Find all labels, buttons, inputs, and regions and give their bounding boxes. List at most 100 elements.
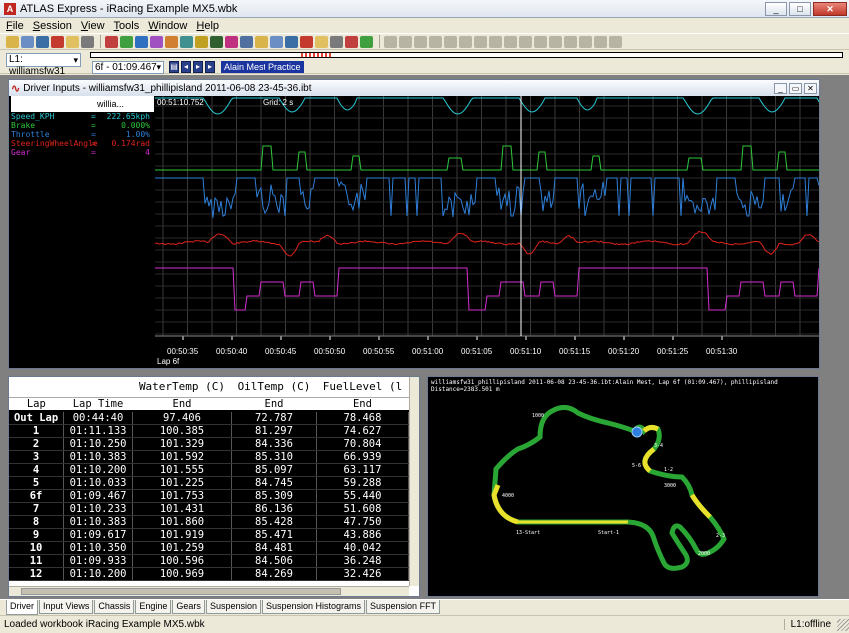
column-header[interactable]: End	[316, 397, 409, 412]
close-button[interactable]: ✕	[813, 1, 847, 16]
column-header[interactable]: Lap	[9, 397, 64, 412]
table-row[interactable]: 9 01:09.617 101.919 85.471 43.886	[9, 528, 410, 542]
menu-session[interactable]: Session	[33, 20, 72, 32]
scrollbar-thumb[interactable]	[21, 588, 341, 595]
toolbar-tool-icon[interactable]	[6, 35, 19, 48]
toolbar-tool-icon[interactable]	[609, 35, 622, 48]
toolbar-tool-icon[interactable]	[66, 35, 79, 48]
toolbar-tool-icon[interactable]	[240, 35, 253, 48]
toolbar-tool-icon[interactable]	[504, 35, 517, 48]
table-row[interactable]: 4 01:10.200 101.555 85.097 63.117	[9, 463, 410, 477]
toolbar-tool-icon[interactable]	[285, 35, 298, 48]
toolbar-tool-icon[interactable]	[51, 35, 64, 48]
column-header[interactable]: End	[132, 397, 232, 412]
car-position-marker[interactable]	[631, 426, 643, 438]
toolbar-tool-icon[interactable]	[549, 35, 562, 48]
toolbar-tool-icon[interactable]	[384, 35, 397, 48]
horizontal-scrollbar[interactable]	[9, 586, 409, 596]
table-row[interactable]: 8 01:10.383 101.860 85.428 47.750	[9, 515, 410, 529]
window-minimize-icon[interactable]: _	[774, 82, 787, 94]
menu-tools[interactable]: Tools	[114, 20, 140, 32]
window-close-icon[interactable]: ✕	[804, 82, 817, 94]
toolbar-tool-icon[interactable]	[21, 35, 34, 48]
column-header[interactable]: Lap Time	[63, 397, 133, 412]
tab-suspension-fft[interactable]: Suspension FFT	[366, 600, 441, 614]
toolbar-tool-icon[interactable]	[459, 35, 472, 48]
session-tag[interactable]: Practice	[265, 61, 304, 73]
legend-row[interactable]: Speed_KPH = 222.65kph	[11, 112, 154, 121]
lap-combo-dropdown[interactable]: 6f - 01:09.467	[92, 61, 164, 74]
toolbar-tool-icon[interactable]	[105, 35, 118, 48]
track-map-svg[interactable]: 13-Start Start-1 1000 2000 3000 4000 5-6…	[428, 377, 818, 596]
menu-help[interactable]: Help	[196, 20, 219, 32]
column-header[interactable]: End	[231, 397, 317, 412]
table-row[interactable]: 2 01:10.250 101.329 84.336 70.804	[9, 437, 410, 451]
toolbar-tool-icon[interactable]	[474, 35, 487, 48]
maximize-button[interactable]: □	[789, 1, 811, 16]
tab-suspension[interactable]: Suspension	[205, 600, 261, 614]
toolbar-tool-icon[interactable]	[345, 35, 358, 48]
timeline-bar[interactable]	[90, 52, 843, 58]
legend-row[interactable]: SteeringWheelAngle = 0.174rad	[11, 139, 154, 148]
table-row[interactable]: Out Lap 00:44:40 97.406 72.787 78.468	[9, 410, 410, 425]
legend-row[interactable]: Gear = 4	[11, 148, 154, 157]
chart-plot-area[interactable]: 00:50:35 00:50:40 00:50:45 00:50:50 00:50:55…	[155, 96, 819, 368]
toolbar-tool-icon[interactable]	[594, 35, 607, 48]
tab-input-views[interactable]: Input Views	[39, 600, 94, 614]
toolbar-tool-icon[interactable]	[165, 35, 178, 48]
table-row[interactable]: 7 01:10.233 101.431 86.136 51.608	[9, 502, 410, 516]
legend-row[interactable]: Brake = 0.000%	[11, 121, 154, 130]
table-row[interactable]: 11 01:09.933 100.596 84.506 36.248	[9, 554, 410, 568]
table-row[interactable]: 5 01:10.033 101.225 84.745 59.288	[9, 476, 410, 490]
table-row[interactable]: 12 01:10.200 100.969 84.269 32.426	[9, 567, 410, 581]
toolbar-tool-icon[interactable]	[519, 35, 532, 48]
minimize-button[interactable]: _	[765, 1, 787, 16]
toolbar-tool-icon[interactable]	[135, 35, 148, 48]
toolbar-tool-icon[interactable]	[36, 35, 49, 48]
toolbar-tool-icon[interactable]	[429, 35, 442, 48]
table-row[interactable]: 10 01:10.350 101.259 84.481 40.042	[9, 541, 410, 555]
toolbar-tool-icon[interactable]	[270, 35, 283, 48]
toolbar-tool-icon[interactable]	[81, 35, 94, 48]
driver-tag[interactable]: Alain Mest	[221, 61, 270, 73]
toolbar-tool-icon[interactable]	[300, 35, 313, 48]
toolbar-tool-icon[interactable]	[330, 35, 343, 48]
resize-grip-icon[interactable]	[837, 618, 849, 631]
toolbar-tool-icon[interactable]	[399, 35, 412, 48]
table-row[interactable]: 1 01:11.133 100.385 81.297 74.627	[9, 424, 410, 438]
last-lap-icon[interactable]: ▸	[205, 61, 215, 73]
toolbar-tool-icon[interactable]	[360, 35, 373, 48]
toolbar-tool-icon[interactable]	[255, 35, 268, 48]
table-row[interactable]: 6f 01:09.467 101.753 85.309 55.440	[9, 489, 410, 503]
toolbar-tool-icon[interactable]	[150, 35, 163, 48]
lap-selector-dropdown[interactable]: L1: williamsfw31	[6, 53, 81, 77]
toolbar-tool-icon[interactable]	[120, 35, 133, 48]
window-restore-icon[interactable]: ▭	[789, 82, 802, 94]
toolbar-tool-icon[interactable]	[489, 35, 502, 48]
folder-icon[interactable]: ▤	[169, 61, 179, 73]
menu-view[interactable]: View	[81, 20, 105, 32]
tab-suspension-histograms[interactable]: Suspension Histograms	[261, 600, 366, 614]
toolbar-tool-icon[interactable]	[225, 35, 238, 48]
next-lap-icon[interactable]: ▸	[193, 61, 203, 73]
toolbar-tool-icon[interactable]	[210, 35, 223, 48]
prev-lap-icon[interactable]: ◂	[181, 61, 191, 73]
table-row[interactable]: 3 01:10.383 101.592 85.310 66.939	[9, 450, 410, 464]
toolbar-tool-icon[interactable]	[315, 35, 328, 48]
tab-chassis[interactable]: Chassis	[94, 600, 135, 614]
menu-window[interactable]: Window	[148, 20, 187, 32]
toolbar-tool-icon[interactable]	[180, 35, 193, 48]
toolbar-tool-icon[interactable]	[534, 35, 547, 48]
toolbar-tool-icon[interactable]	[444, 35, 457, 48]
vertical-scrollbar[interactable]	[409, 377, 419, 586]
tab-driver[interactable]: Driver	[6, 600, 38, 615]
menu-file[interactable]: File	[6, 20, 24, 32]
timeline-selection[interactable]	[301, 53, 331, 57]
tab-engine[interactable]: Engine	[135, 600, 172, 614]
toolbar-tool-icon[interactable]	[564, 35, 577, 48]
legend-row[interactable]: Throttle = 1.00%	[11, 130, 154, 139]
toolbar-tool-icon[interactable]	[414, 35, 427, 48]
toolbar-tool-icon[interactable]	[579, 35, 592, 48]
toolbar-tool-icon[interactable]	[195, 35, 208, 48]
tab-gears[interactable]: Gears	[172, 600, 205, 614]
